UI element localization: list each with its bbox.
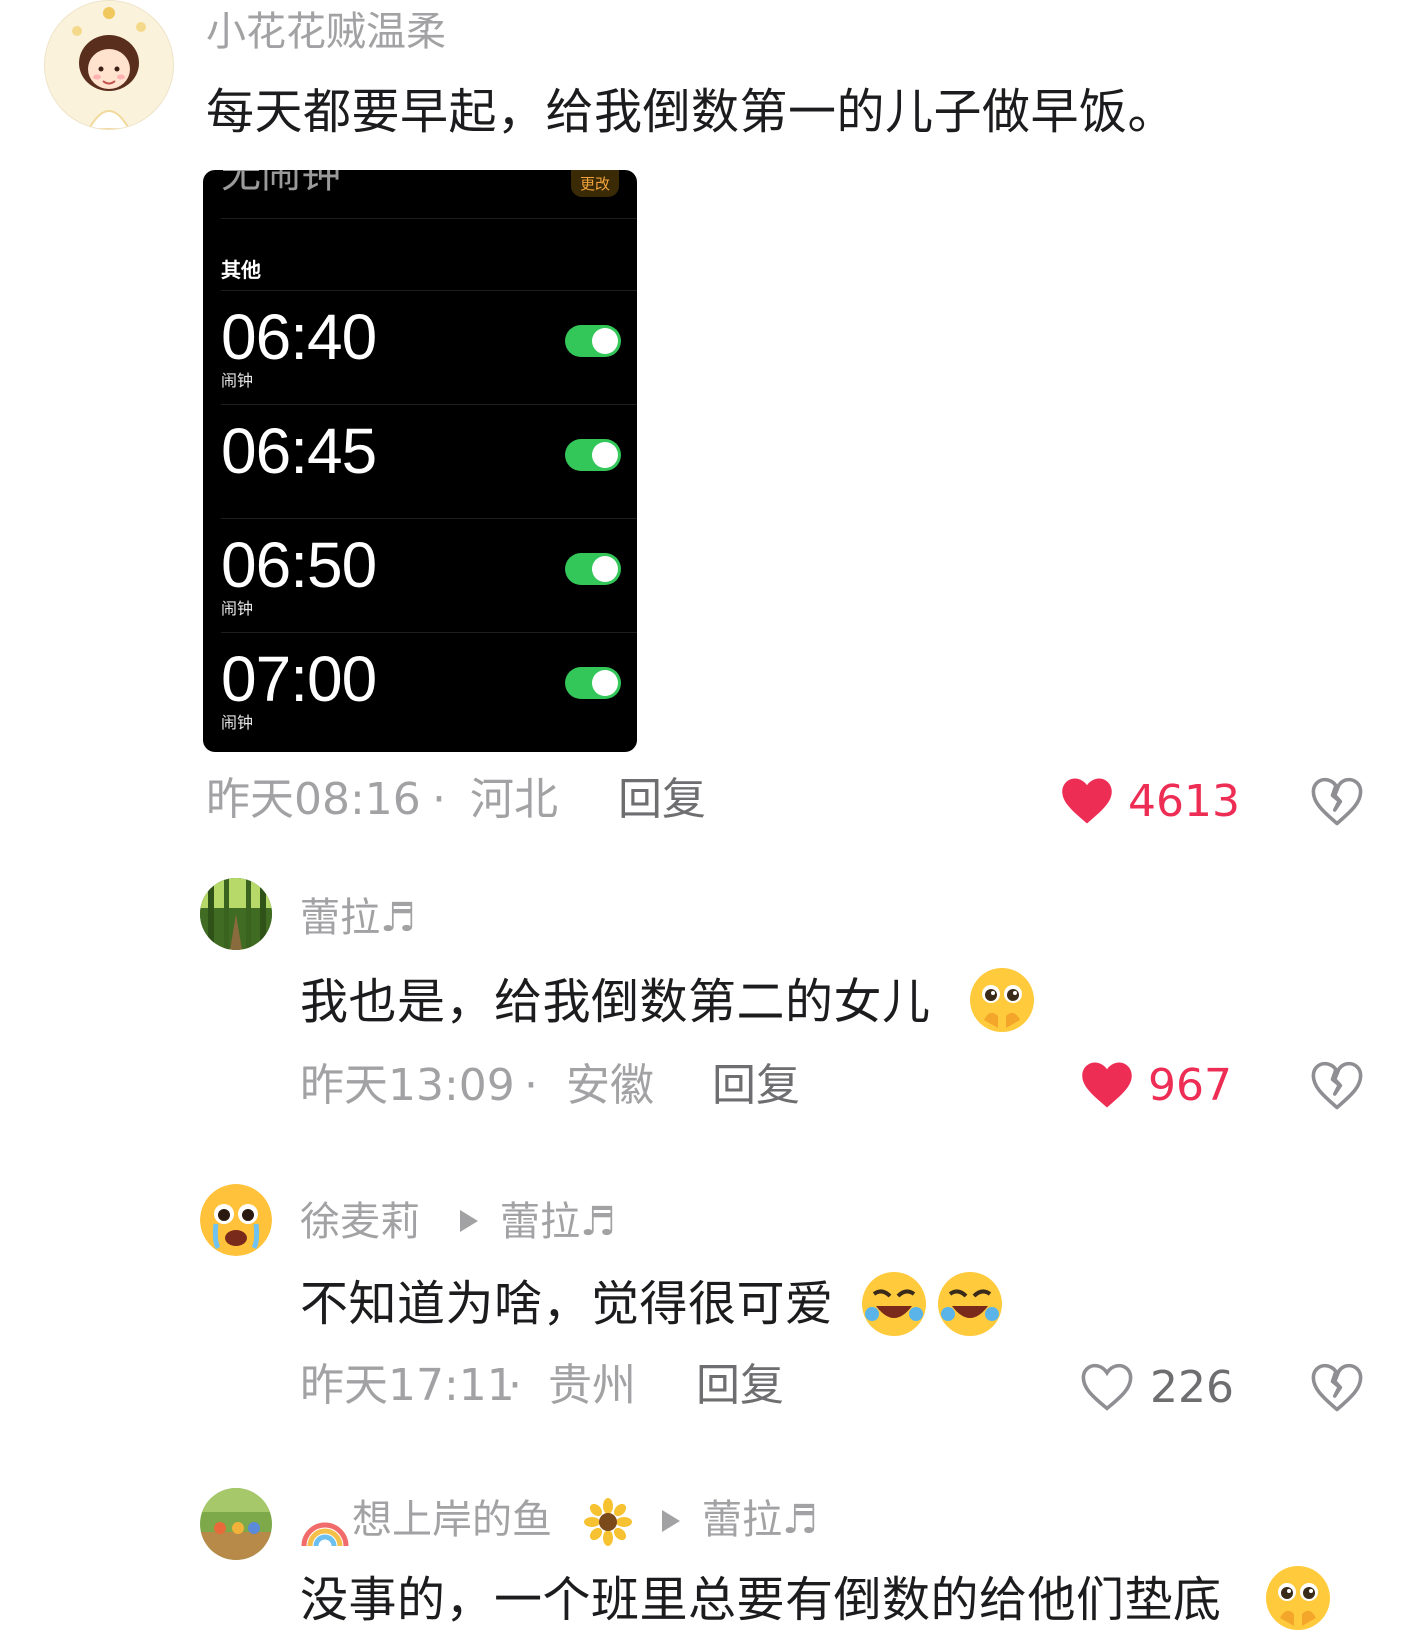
reply-arrow-icon bbox=[662, 1510, 680, 1532]
meta-separator: · bbox=[432, 774, 446, 825]
rainbow-icon bbox=[301, 1522, 349, 1547]
alarm-row[interactable]: 06:40 闹钟 bbox=[221, 290, 637, 405]
alarm-toggle[interactable] bbox=[565, 439, 621, 471]
reply-button[interactable]: 回复 bbox=[712, 1064, 800, 1108]
like-count: 4613 bbox=[1128, 776, 1240, 827]
reply-button[interactable]: 回复 bbox=[696, 1364, 784, 1408]
forest-avatar-image bbox=[200, 878, 272, 950]
reply-text: 没事的，一个班里总要有倒数的给他们垫底 bbox=[300, 1572, 1222, 1628]
rolling-laughing-emoji-icon bbox=[862, 1272, 926, 1336]
like-count: 226 bbox=[1150, 1362, 1234, 1413]
rolling-laughing-emoji-icon bbox=[938, 1272, 1002, 1336]
comment-time: 昨天08:16 bbox=[206, 774, 421, 825]
alarm-time: 07:00 bbox=[221, 643, 377, 715]
alarm-row[interactable]: 06:50 闹钟 bbox=[221, 518, 637, 633]
dislike-broken-heart-icon[interactable] bbox=[1310, 1362, 1364, 1412]
alarm-header-title: 无闹钟 bbox=[221, 170, 341, 197]
reply-text: 我也是，给我倒数第二的女儿 bbox=[300, 974, 931, 1030]
alarm-time: 06:45 bbox=[221, 415, 377, 487]
comment-location: 河北 bbox=[470, 774, 558, 825]
comment-text: 每天都要早起，给我倒数第一的儿子做早饭。 bbox=[206, 84, 1177, 140]
avatar-illustration bbox=[45, 1, 173, 129]
reply-username[interactable]: 蕾拉♬ bbox=[300, 898, 416, 938]
comment-username[interactable]: 小花花贼温柔 bbox=[206, 12, 446, 52]
dislike-broken-heart-icon[interactable] bbox=[1310, 1060, 1364, 1110]
sunflower-icon bbox=[584, 1498, 632, 1546]
pleading-face-hands-emoji-icon bbox=[1266, 1566, 1330, 1630]
alarm-row[interactable]: 07:00 闹钟 bbox=[221, 632, 637, 752]
reply-time: 昨天17:11 bbox=[300, 1360, 515, 1411]
heart-filled-icon[interactable] bbox=[1080, 1060, 1134, 1110]
reply-location: 贵州 bbox=[548, 1360, 636, 1411]
reply-arrow-icon bbox=[460, 1210, 478, 1232]
meta-separator: · bbox=[508, 1360, 522, 1411]
user-avatar[interactable] bbox=[44, 0, 174, 130]
reply-location: 安徽 bbox=[566, 1060, 654, 1111]
alarm-change-button[interactable]: 更改 bbox=[570, 170, 619, 197]
reply-text: 不知道为啥，觉得很可爱 bbox=[300, 1276, 834, 1332]
reply-username[interactable]: 徐麦莉 bbox=[300, 1202, 420, 1242]
reply-avatar[interactable] bbox=[200, 878, 272, 950]
meta-separator: · bbox=[524, 1060, 538, 1111]
divider bbox=[221, 218, 637, 219]
alarm-toggle[interactable] bbox=[565, 667, 621, 699]
reply-time: 昨天13:09 bbox=[300, 1060, 515, 1111]
alarm-toggle[interactable] bbox=[565, 553, 621, 585]
landscape-avatar-image bbox=[200, 1488, 272, 1560]
reply-button[interactable]: 回复 bbox=[618, 778, 706, 822]
crying-face-avatar-image bbox=[200, 1184, 272, 1256]
heart-outline-icon[interactable] bbox=[1080, 1362, 1134, 1412]
reply-avatar[interactable] bbox=[200, 1184, 272, 1256]
alarm-toggle[interactable] bbox=[565, 325, 621, 357]
alarm-label: 闹钟 bbox=[221, 599, 254, 618]
comment-image[interactable]: 无闹钟 更改 其他 06:40 闹钟 06:45 06:50 闹钟 07:00 … bbox=[203, 170, 637, 752]
reply-username[interactable]: 想上岸的鱼 bbox=[352, 1500, 552, 1540]
alarm-time: 06:40 bbox=[221, 301, 377, 373]
alarm-label: 闹钟 bbox=[221, 713, 254, 732]
reply-to-username[interactable]: 蕾拉♬ bbox=[702, 1500, 818, 1540]
alarm-section-label: 其他 bbox=[221, 258, 261, 282]
heart-filled-icon[interactable] bbox=[1060, 776, 1114, 826]
alarm-label: 闹钟 bbox=[221, 371, 254, 390]
like-count: 967 bbox=[1148, 1060, 1232, 1111]
reply-avatar[interactable] bbox=[200, 1488, 272, 1560]
dislike-broken-heart-icon[interactable] bbox=[1310, 776, 1364, 826]
alarm-time: 06:50 bbox=[221, 529, 377, 601]
alarm-row[interactable]: 06:45 bbox=[221, 404, 637, 519]
reply-to-username[interactable]: 蕾拉♬ bbox=[500, 1202, 616, 1242]
pleading-face-hands-emoji-icon bbox=[970, 968, 1034, 1032]
